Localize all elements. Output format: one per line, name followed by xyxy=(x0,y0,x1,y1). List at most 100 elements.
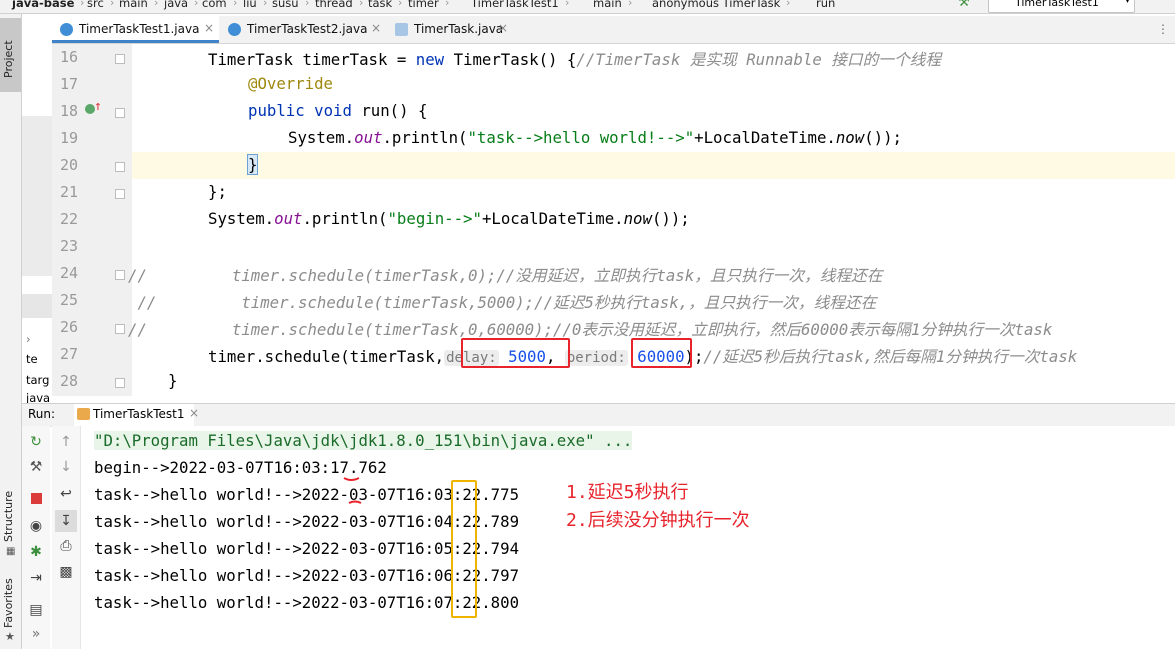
code-line-22: System.out.println("begin-->"+LocalDateT… xyxy=(208,209,690,228)
breadcrumb-separator: › xyxy=(80,0,85,9)
line-number: 25 xyxy=(59,291,78,309)
breadcrumb-separator: › xyxy=(110,0,115,9)
breadcrumb-separator: › xyxy=(305,0,310,9)
line-number: 27 xyxy=(59,345,78,363)
fold-icon[interactable] xyxy=(115,54,125,64)
tab-timertasktest2[interactable]: TimerTaskTest2.java × xyxy=(220,16,386,43)
fold-icon[interactable] xyxy=(115,270,125,280)
code-line-24: // timer.schedule(timerTask,0);//没用延迟，立即… xyxy=(128,266,883,285)
project-tree-item[interactable]: te xyxy=(26,352,38,366)
run-label: Run: xyxy=(28,407,56,421)
breadcrumb-separator: › xyxy=(263,0,268,9)
java-class-icon xyxy=(60,23,73,36)
hammer-icon[interactable]: ⚒ xyxy=(958,0,970,10)
trash-icon[interactable]: ▩ xyxy=(58,564,74,580)
code-line-17: @Override xyxy=(248,74,334,93)
code-line-26: // timer.schedule(timerTask,0,60000);//0… xyxy=(128,320,1053,339)
line-number: 28 xyxy=(59,372,78,390)
breadcrumb-separator: › xyxy=(359,0,364,9)
java-class-icon xyxy=(228,23,241,36)
line-number: 24 xyxy=(59,264,78,282)
breadcrumb-item[interactable]: src xyxy=(87,0,104,10)
annotation-box-period xyxy=(631,338,692,368)
run-config-select[interactable]: TimerTaskTest1 ▾ xyxy=(988,0,1135,13)
structure-tool-label[interactable]: Structure xyxy=(2,491,15,542)
arrow-down-icon[interactable]: ↓ xyxy=(58,459,74,475)
editor-tab-bar: TimerTaskTest1.java × TimerTaskTest2.jav… xyxy=(52,16,1175,44)
breadcrumb-item[interactable]: java-base xyxy=(12,0,74,10)
code-editor[interactable]: 16 17 18 19 20 21 22 23 24 25 26 27 28 ↑… xyxy=(52,44,1175,396)
breadcrumb-item[interactable]: task xyxy=(368,0,392,10)
annotation-box-minutes xyxy=(451,480,477,618)
line-number: 19 xyxy=(59,129,78,147)
close-icon[interactable]: × xyxy=(371,21,381,35)
line-number: 18 xyxy=(59,102,78,120)
breadcrumb-item[interactable]: liu xyxy=(243,0,257,10)
wrench-icon[interactable]: ⚒ xyxy=(28,459,44,475)
rerun-icon[interactable]: ↻ xyxy=(28,434,44,450)
project-panel-peek: › te targ java xyxy=(22,14,52,404)
fold-icon[interactable] xyxy=(115,378,125,388)
code-line-28: } xyxy=(168,371,178,390)
code-line-19: System.out.println("task-->hello world!-… xyxy=(288,128,902,147)
tab-timertasktest1[interactable]: TimerTaskTest1.java × xyxy=(52,16,219,43)
scroll-to-end-icon[interactable]: ↧ xyxy=(55,510,77,532)
close-icon[interactable]: × xyxy=(498,21,508,35)
breadcrumb-item[interactable]: run xyxy=(816,0,835,10)
stop-icon[interactable] xyxy=(28,492,44,508)
code-line-25: // timer.schedule(timerTask,5000);//延迟5秒… xyxy=(128,293,877,312)
project-tool-tab[interactable]: Project xyxy=(0,18,21,92)
line-number: 22 xyxy=(59,210,78,228)
annotation-box-delay xyxy=(461,338,570,368)
line-number: 26 xyxy=(59,318,78,336)
breadcrumb-separator: › xyxy=(398,0,403,9)
arrow-up-icon[interactable]: ↑ xyxy=(58,434,74,450)
breadcrumb-separator: › xyxy=(445,0,450,9)
run-toolbar-right: ↑ ↓ ↩ ↧ ⎙ ▩ xyxy=(52,426,81,649)
layout-icon[interactable]: ▤ xyxy=(28,602,44,618)
run-toolbar-left: ↻ ⚒ ◉ ✱ ⇥ ▤ » xyxy=(22,426,50,649)
param-hint-period: period: xyxy=(564,350,628,366)
debug-icon[interactable]: ✱ xyxy=(28,544,44,560)
run-config-label: TimerTaskTest1 xyxy=(1015,0,1099,9)
breadcrumb-item[interactable]: TimerTaskTest1 xyxy=(471,0,559,10)
console-output[interactable]: "D:\Program Files\Java\jdk\jdk1.8.0_151\… xyxy=(81,426,1175,649)
fold-icon[interactable] xyxy=(115,162,125,172)
breadcrumb-separator: › xyxy=(233,0,238,9)
breadcrumb-separator: › xyxy=(628,0,633,9)
annotation-underline xyxy=(343,477,362,504)
breadcrumb-item[interactable]: anonymous TimerTask xyxy=(652,0,780,10)
breadcrumb-item[interactable]: com xyxy=(202,0,227,10)
tab-label: TimerTaskTest2.java xyxy=(247,22,368,36)
close-icon[interactable]: × xyxy=(189,406,199,420)
code-line-18: public void run() { xyxy=(248,101,428,120)
breadcrumb-item[interactable]: main xyxy=(119,0,148,10)
breadcrumb-separator: › xyxy=(786,0,791,9)
run-config-icon xyxy=(77,408,90,420)
favorites-tool-label[interactable]: Favorites xyxy=(2,578,15,628)
breadcrumb-item[interactable]: main xyxy=(593,0,622,10)
camera-icon[interactable]: ◉ xyxy=(28,518,44,534)
expand-arrow-icon[interactable]: › xyxy=(26,332,31,346)
structure-icon: ▦ xyxy=(6,546,16,557)
breadcrumb: java-base src main java com liu susu thr… xyxy=(0,0,1175,14)
line-number: 16 xyxy=(59,48,78,66)
breadcrumb-item[interactable]: java xyxy=(164,0,188,10)
close-icon[interactable]: × xyxy=(204,21,214,35)
print-icon[interactable]: ⎙ xyxy=(58,538,74,554)
fold-icon[interactable] xyxy=(115,108,125,118)
soft-wrap-icon[interactable]: ↩ xyxy=(58,486,74,502)
code-line-20: } xyxy=(246,154,259,175)
line-number: 23 xyxy=(59,237,78,255)
tab-label: TimerTask.java xyxy=(414,22,504,36)
tab-timertask[interactable]: TimerTask.java × xyxy=(387,16,512,43)
breadcrumb-item[interactable]: susu xyxy=(272,0,299,10)
exit-icon[interactable]: ⇥ xyxy=(28,570,44,586)
breadcrumb-item[interactable]: thread xyxy=(315,0,353,10)
breadcrumb-item[interactable]: timer xyxy=(408,0,439,10)
project-tree-item[interactable]: targ xyxy=(26,373,49,387)
fold-icon[interactable] xyxy=(115,189,125,199)
more-tabs-icon[interactable]: ⋮ xyxy=(1157,22,1169,36)
expand-icon[interactable]: » xyxy=(28,626,44,642)
fold-icon[interactable] xyxy=(115,324,125,334)
